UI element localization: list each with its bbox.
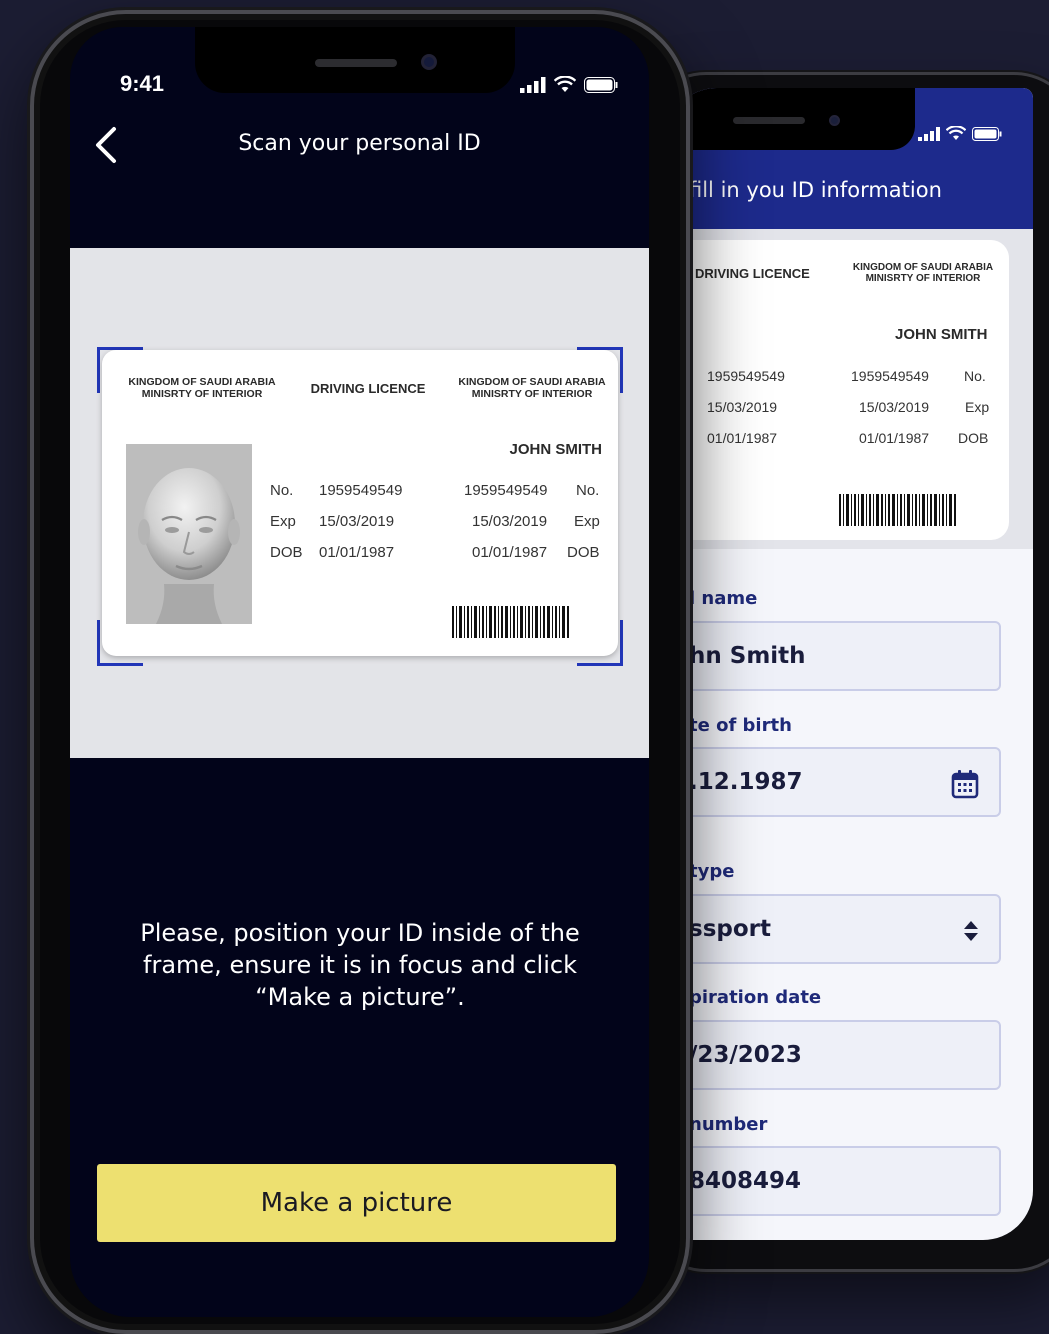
expiration-label: piration date <box>689 987 822 1008</box>
card-label: DOB <box>567 544 600 561</box>
dob-label: te of birth <box>689 715 792 736</box>
card-label: Exp <box>270 513 296 530</box>
doc-type-label: type <box>689 861 735 882</box>
card-authority: KINGDOM OF SAUDI ARABIA MINISRTY OF INTE… <box>852 262 994 284</box>
card-value: 1959549549 <box>464 482 548 499</box>
front-notch <box>195 27 515 93</box>
card-label: DOB <box>270 544 303 561</box>
card-value: 1959549549 <box>319 482 403 499</box>
back-speaker <box>733 117 805 124</box>
card-label: Exp <box>574 513 600 530</box>
card-label: No. <box>964 368 986 384</box>
select-arrows-icon <box>964 921 978 941</box>
scan-viewfinder: KINGDOM OF SAUDI ARABIA MINISRTY OF INTE… <box>70 248 649 758</box>
full-name-value: hn Smith <box>689 643 806 669</box>
card-authority: KINGDOM OF SAUDI ARABIA MINISRTY OF INTE… <box>458 376 606 400</box>
calendar-icon[interactable] <box>951 769 979 799</box>
status-time: 9:41 <box>120 71 165 96</box>
card-label: Exp <box>965 399 990 415</box>
card-value: 15/03/2019 <box>472 513 548 530</box>
battery-icon <box>972 127 1002 141</box>
barcode <box>839 494 957 530</box>
doc-type-value: ssport <box>689 916 771 942</box>
card-value: 15/03/2019 <box>707 399 778 415</box>
card-licence-label: DRIVING LICENCE <box>695 266 810 281</box>
card-label: No. <box>270 482 294 499</box>
back-camera <box>829 115 840 126</box>
wifi-icon <box>946 126 966 140</box>
number-value: 8408494 <box>689 1168 802 1194</box>
full-name-field[interactable]: hn Smith <box>667 621 1001 691</box>
card-authority: KINGDOM OF SAUDI ARABIA MINISRTY OF INTE… <box>128 376 276 400</box>
make-picture-button[interactable]: Make a picture <box>97 1164 616 1242</box>
scan-instruction: Please, position your ID inside of the f… <box>140 919 580 1011</box>
card-licence-label: DRIVING LICENCE <box>310 381 426 396</box>
page-title: Scan your personal ID <box>238 131 481 156</box>
card-holder-name: JOHN SMITH <box>895 326 988 343</box>
doc-type-select[interactable]: ssport <box>667 894 1001 964</box>
card-value: 01/01/1987 <box>859 430 930 446</box>
number-field[interactable]: 8408494 <box>667 1146 1001 1216</box>
front-camera <box>421 54 437 70</box>
id-card-preview: DRIVING LICENCE KINGDOM OF SAUDI ARABIA … <box>671 240 1009 540</box>
card-value: 1959549549 <box>851 368 929 384</box>
dob-value: .12.1987 <box>689 769 803 795</box>
signal-icon <box>918 127 940 141</box>
card-value: 01/01/1987 <box>707 430 778 446</box>
card-value: 01/01/1987 <box>319 544 395 561</box>
expiration-field[interactable]: /23/2023 <box>667 1020 1001 1090</box>
battery-icon <box>584 77 618 93</box>
wifi-icon <box>554 76 576 92</box>
back-page-title: fill in you ID information <box>689 178 942 202</box>
card-label: DOB <box>958 430 989 446</box>
back-phone-screen: fill in you ID information DRIVING LICEN… <box>667 88 1033 1240</box>
front-status-bar <box>520 76 618 93</box>
card-label: No. <box>576 482 600 499</box>
front-speaker <box>315 59 397 67</box>
card-value: 15/03/2019 <box>859 399 930 415</box>
number-label: number <box>689 1114 768 1135</box>
dob-field[interactable]: .12.1987 <box>667 747 1001 817</box>
card-value: 01/01/1987 <box>472 544 548 561</box>
full-name-label: l name <box>689 588 758 609</box>
card-value: 1959549549 <box>707 368 785 384</box>
back-notch <box>667 88 915 150</box>
back-status-bar <box>918 126 1002 141</box>
card-holder-name: JOHN SMITH <box>509 441 602 458</box>
signal-icon <box>520 77 546 93</box>
barcode <box>452 606 570 642</box>
id-card: KINGDOM OF SAUDI ARABIA MINISRTY OF INTE… <box>102 350 618 656</box>
card-value: 15/03/2019 <box>319 513 395 530</box>
face-photo <box>126 444 252 624</box>
front-phone-screen: 9:41 Scan your personal ID KINGDOM OF SA… <box>70 27 649 1317</box>
expiration-value: /23/2023 <box>689 1042 802 1068</box>
